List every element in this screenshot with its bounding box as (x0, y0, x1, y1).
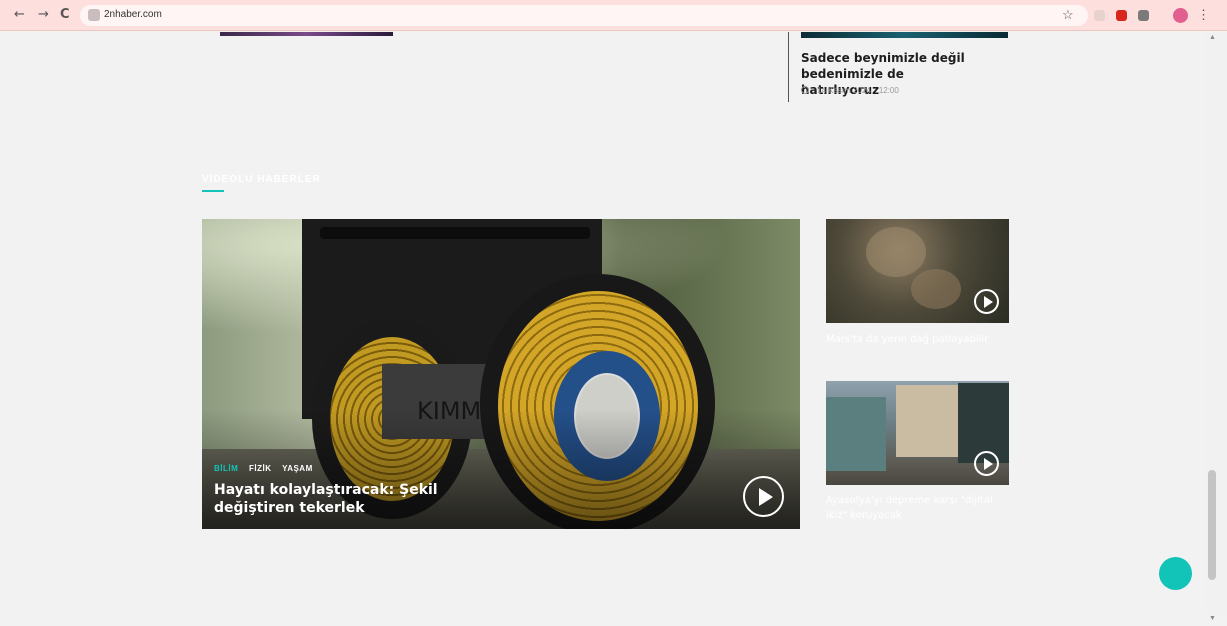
divider (788, 32, 789, 102)
profile-avatar[interactable] (1173, 8, 1188, 23)
video-thumbnail[interactable] (826, 381, 1009, 485)
section-title: VİDEOLU HABERLER (202, 174, 321, 185)
category-tags: BİLİM FİZİK YAŞAM (214, 464, 321, 473)
side-article-meta: 14 Kasım 2024 12:00 (801, 86, 907, 95)
article-image[interactable] (220, 32, 393, 36)
category-tag[interactable]: FİZİK (249, 464, 272, 473)
category-tag[interactable]: YAŞAM (282, 464, 313, 473)
side-video-title[interactable]: Mars'ta da yerin dağ patlayabilir (826, 332, 1006, 347)
main-video-title[interactable]: Hayatı kolaylaştıracak: Şekil değiştiren… (214, 481, 514, 517)
browser-toolbar: ← → C 2nhaber.com ☆ ⋮ (0, 0, 1227, 31)
page-content: Sadece beynimizle değil bedenimizle de h… (0, 32, 1206, 615)
scroll-top-button[interactable] (1159, 557, 1192, 590)
play-icon[interactable] (743, 476, 784, 517)
main-video-card[interactable]: KIMM BİLİM FİZİK YAŞAM Hayatı kolaylaştı… (202, 219, 800, 529)
scroll-down-arrow-icon[interactable]: ▼ (1209, 615, 1216, 622)
scrollbar-thumb[interactable] (1208, 470, 1216, 580)
back-icon[interactable]: ← (14, 7, 25, 22)
url-text[interactable]: 2nhaber.com (104, 9, 162, 20)
clock-icon (801, 86, 809, 94)
category-tag[interactable]: BİLİM (214, 464, 238, 473)
side-video-title[interactable]: Ayasofya'yı depreme karşı "dijital ikiz"… (826, 493, 1006, 523)
play-icon[interactable] (974, 289, 999, 314)
site-info-icon[interactable] (88, 9, 100, 21)
article-time: 12:00 (878, 86, 899, 95)
play-icon[interactable] (974, 451, 999, 476)
bookmark-star-icon[interactable]: ☆ (1062, 7, 1074, 23)
browser-menu-icon[interactable]: ⋮ (1197, 7, 1210, 23)
forward-icon[interactable]: → (38, 7, 49, 22)
article-image[interactable] (801, 32, 1008, 38)
extension-record-icon[interactable] (1116, 10, 1127, 21)
video-thumbnail[interactable] (826, 219, 1009, 323)
article-date: 14 Kasım 2024 (817, 86, 871, 95)
reload-icon[interactable]: C (60, 7, 70, 22)
address-bar[interactable] (80, 5, 1088, 26)
extensions-puzzle-icon[interactable] (1138, 10, 1149, 21)
section-underline (202, 190, 224, 192)
extension-icon[interactable] (1094, 10, 1105, 21)
scroll-up-arrow-icon[interactable]: ▲ (1209, 34, 1216, 41)
